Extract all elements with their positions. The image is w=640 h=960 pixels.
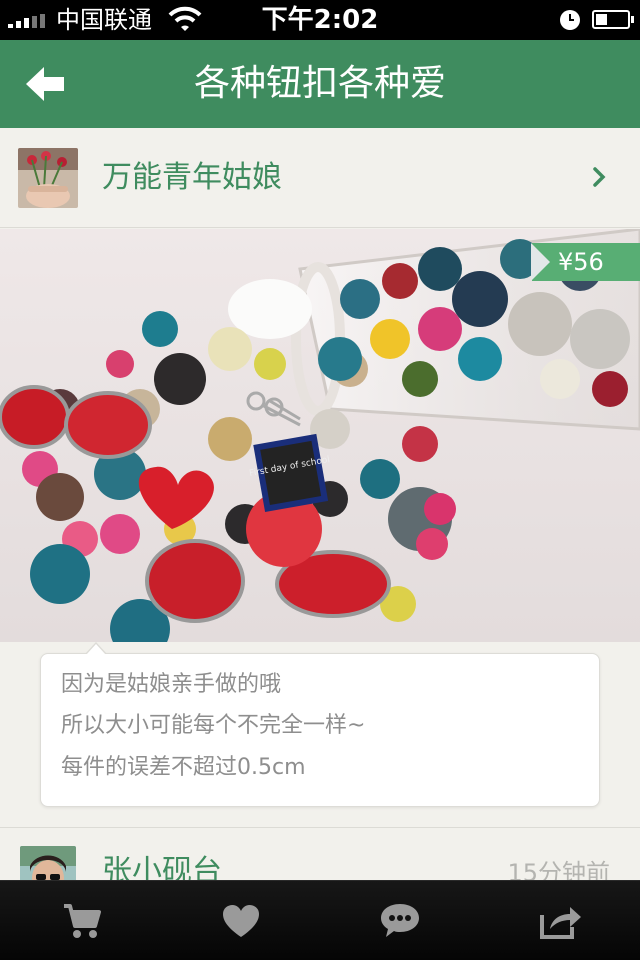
comment-row[interactable]: 张小砚台 15分钟前 [0,828,640,880]
commenter-name[interactable]: 张小砚台 [102,854,222,880]
back-button[interactable] [22,62,72,106]
share-icon [540,907,581,939]
status-bar: 中国联通 下午2:02 [0,0,640,40]
tab-bar [0,880,640,960]
battery-level [596,14,607,25]
chevron-right-icon [593,167,606,187]
price-tag: ¥56 [531,243,640,281]
cart-icon [64,904,101,938]
heart-icon [223,905,259,937]
product-image[interactable]: First day of school ¥56 [0,229,640,642]
description-line: 所以大小可能每个不完全一样~ [61,713,366,738]
share-button[interactable] [521,881,601,960]
battery-icon [592,10,634,29]
commenter-avatar[interactable] [20,846,76,880]
alarm-icon [560,10,580,30]
clock: 下午2:02 [261,5,379,35]
description-line: 因为是姑娘亲手做的哦 [61,672,282,697]
like-button[interactable] [201,881,281,960]
back-arrow-icon [26,67,64,101]
cart-button[interactable] [42,881,122,960]
comment-timestamp: 15分钟前 [507,859,610,880]
page-title: 各种钮扣各种爱 [193,63,446,104]
author-avatar[interactable] [18,148,78,208]
comment-icon [381,904,419,937]
author-row[interactable]: 万能青年姑娘 [0,128,640,228]
author-name[interactable]: 万能青年姑娘 [102,158,282,198]
comment-button[interactable] [360,881,440,960]
nav-bar: 各种钮扣各种爱 [0,40,640,128]
description-bubble: 因为是姑娘亲手做的哦 所以大小可能每个不完全一样~ 每件的误差不超过0.5cm [40,642,600,807]
description-line: 每件的误差不超过0.5cm [61,755,306,780]
